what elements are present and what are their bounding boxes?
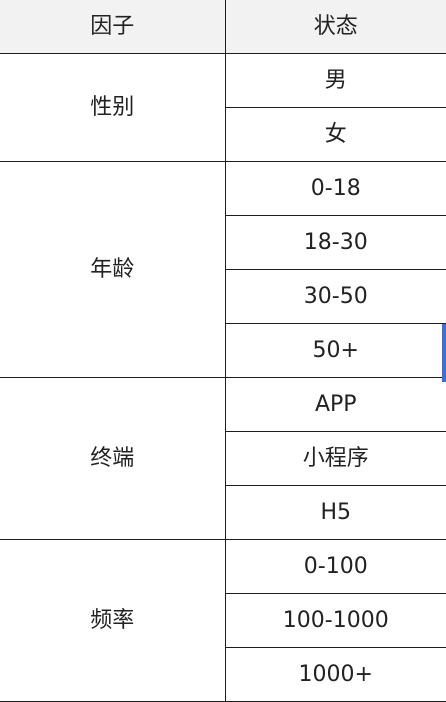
state-cell: 男 bbox=[224, 53, 446, 108]
table-row: 年龄 0-18 bbox=[0, 161, 446, 378]
state-cell: 0-100 bbox=[224, 539, 446, 594]
state-cell: 1000+ bbox=[224, 647, 446, 702]
factor-cell-terminal: 终端 bbox=[0, 377, 226, 540]
state-cell: 50+ bbox=[224, 323, 446, 378]
state-cell: 0-18 bbox=[224, 161, 446, 216]
factor-cell-age: 年龄 bbox=[0, 161, 226, 378]
table-row: 频率 0-100 bbox=[0, 539, 446, 702]
state-cell: 女 bbox=[224, 107, 446, 162]
state-cell: 30-50 bbox=[224, 269, 446, 324]
header-state: 状态 bbox=[224, 0, 446, 54]
state-cell: 小程序 bbox=[224, 431, 446, 486]
state-cell: 100-1000 bbox=[224, 593, 446, 648]
state-cell: H5 bbox=[224, 485, 446, 540]
table-row: 终端 APP bbox=[0, 377, 446, 540]
factor-state-table: 因子 状态 性别 男 女 年龄 0-18 18-30 30-50 50+ 终端 … bbox=[0, 0, 446, 702]
header-row: 因子 状态 bbox=[0, 0, 446, 54]
scroll-indicator[interactable] bbox=[442, 324, 446, 382]
state-cell: APP bbox=[224, 377, 446, 432]
state-cell: 18-30 bbox=[224, 215, 446, 270]
factor-cell-gender: 性别 bbox=[0, 53, 226, 162]
factor-cell-frequency: 频率 bbox=[0, 539, 226, 702]
header-factor: 因子 bbox=[0, 0, 226, 54]
table-row: 性别 男 bbox=[0, 53, 446, 162]
